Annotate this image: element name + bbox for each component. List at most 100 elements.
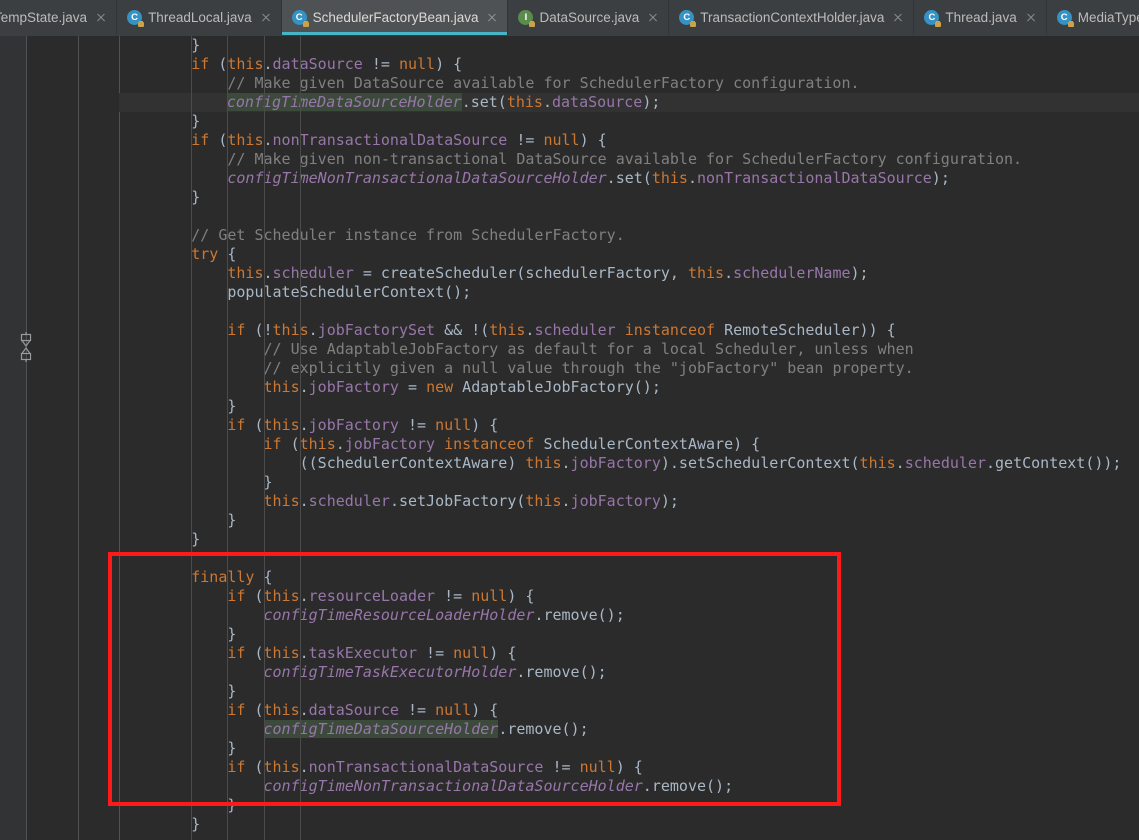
gutter-annotation-column[interactable] <box>0 36 26 840</box>
code-editor[interactable]: } if (this.dataSource != null) { // Make… <box>0 36 1139 840</box>
code-line[interactable] <box>119 207 1139 226</box>
editor-tab[interactable]: C ThreadLocal.java <box>117 0 282 35</box>
code-token: null <box>398 55 436 73</box>
code-token: ( <box>245 644 264 662</box>
java-class-icon: C <box>679 10 697 27</box>
code-line[interactable]: } <box>119 682 1139 701</box>
code-token: if <box>191 131 210 149</box>
code-line[interactable]: } <box>119 511 1139 530</box>
code-token: if <box>191 55 210 73</box>
code-line[interactable]: configTimeNonTransactionalDataSourceHold… <box>119 169 1139 188</box>
code-line[interactable]: } <box>119 796 1139 815</box>
code-token: ); <box>931 169 950 187</box>
code-line[interactable]: if (this.nonTransactionalDataSource != n… <box>119 131 1139 150</box>
collapse-fold-icon[interactable] <box>18 332 34 362</box>
code-line[interactable]: if (this.jobFactory instanceof Scheduler… <box>119 435 1139 454</box>
code-token: taskExecutor <box>308 644 418 662</box>
code-token: this <box>263 644 300 662</box>
code-token: nonTransactionalDataSource <box>272 131 508 149</box>
code-line[interactable]: // Use AdaptableJobFactory as default fo… <box>119 340 1139 359</box>
gutter-fold-column[interactable] <box>78 36 120 840</box>
code-line[interactable]: try { <box>119 245 1139 264</box>
code-token: this <box>227 264 264 282</box>
code-line[interactable]: this.scheduler.setJobFactory(this.jobFac… <box>119 492 1139 511</box>
code-line[interactable]: configTimeTaskExecutorHolder.remove(); <box>119 663 1139 682</box>
code-line[interactable]: // explicitly given a null value through… <box>119 359 1139 378</box>
code-token: jobFactory <box>344 435 436 453</box>
code-line[interactable]: if (this.resourceLoader != null) { <box>119 587 1139 606</box>
code-token: } <box>119 397 237 415</box>
code-line[interactable]: this.jobFactory = new AdaptableJobFactor… <box>119 378 1139 397</box>
code-token: } <box>119 682 237 700</box>
code-token: . <box>561 454 571 472</box>
editor-tab[interactable]: CMediaType.java <box>1046 0 1139 35</box>
code-token: configTimeNonTransactionalDataSourceHold… <box>263 777 643 795</box>
close-icon[interactable] <box>260 12 272 24</box>
code-line[interactable] <box>119 302 1139 321</box>
code-line[interactable]: } <box>119 112 1139 131</box>
code-token: ) { <box>615 758 643 776</box>
code-line[interactable]: } <box>119 188 1139 207</box>
code-token: . <box>263 131 273 149</box>
code-line[interactable]: } <box>119 530 1139 549</box>
code-line[interactable]: this.scheduler = createScheduler(schedul… <box>119 264 1139 283</box>
code-token: } <box>119 511 237 529</box>
code-token: this <box>506 93 543 111</box>
close-icon[interactable] <box>486 12 498 24</box>
code-line[interactable]: // Get Scheduler instance from Scheduler… <box>119 226 1139 245</box>
code-line[interactable]: ((SchedulerContextAware) this.jobFactory… <box>119 454 1139 473</box>
code-line[interactable]: finally { <box>119 568 1139 587</box>
code-token: .remove(); <box>642 777 734 795</box>
code-line[interactable]: configTimeNonTransactionalDataSourceHold… <box>119 777 1139 796</box>
code-line[interactable]: if (this.nonTransactionalDataSource != n… <box>119 758 1139 777</box>
code-token: } <box>119 112 201 130</box>
code-line[interactable]: configTimeDataSourceHolder.set(this.data… <box>119 93 1139 112</box>
code-line[interactable]: configTimeResourceLoaderHolder.remove(); <box>119 606 1139 625</box>
code-token: ); <box>850 264 869 282</box>
code-token: ) { <box>489 644 517 662</box>
java-class-icon: C <box>127 10 145 27</box>
code-line[interactable]: if (!this.jobFactorySet && !(this.schedu… <box>119 321 1139 340</box>
code-line[interactable]: if (this.taskExecutor != null) { <box>119 644 1139 663</box>
code-line[interactable]: if (this.jobFactory != null) { <box>119 416 1139 435</box>
code-token: this <box>263 416 300 434</box>
close-icon[interactable] <box>95 12 107 24</box>
code-line[interactable] <box>119 549 1139 568</box>
code-line[interactable]: } <box>119 36 1139 55</box>
editor-tab[interactable]: C TransactionContextHolder.java <box>669 0 915 35</box>
close-icon[interactable] <box>647 12 659 24</box>
code-line[interactable]: } <box>119 739 1139 758</box>
code-token: if <box>227 416 246 434</box>
code-token: . <box>561 492 571 510</box>
editor-tab[interactable]: TempState.java <box>0 0 118 35</box>
editor-tab-bar[interactable]: TempState.java C ThreadLocal.java C Schedule… <box>0 0 1139 37</box>
code-line[interactable]: } <box>119 397 1139 416</box>
code-token: != <box>543 758 580 776</box>
code-token: AdaptableJobFactory(); <box>453 378 661 396</box>
editor-tab[interactable]: C Thread.java <box>914 0 1047 35</box>
code-token: != <box>417 644 454 662</box>
code-token: this <box>489 321 526 339</box>
code-line[interactable]: configTimeDataSourceHolder.remove(); <box>119 720 1139 739</box>
close-icon[interactable] <box>1025 12 1037 24</box>
code-line[interactable]: } <box>119 473 1139 492</box>
code-token: .set( <box>461 93 507 111</box>
code-line[interactable]: // Make given DataSource available for S… <box>119 74 1139 93</box>
code-token: this <box>299 435 336 453</box>
editor-tab[interactable]: C SchedulerFactoryBean.java <box>281 0 509 35</box>
code-line[interactable]: } <box>119 625 1139 644</box>
code-token: && !( <box>435 321 490 339</box>
code-line[interactable]: } <box>119 815 1139 834</box>
code-line[interactable]: if (this.dataSource != null) { <box>119 55 1139 74</box>
editor-tab[interactable]: I DataSource.java <box>508 0 670 35</box>
code-content[interactable]: } if (this.dataSource != null) { // Make… <box>119 36 1139 840</box>
code-line[interactable]: // Make given non-transactional DataSour… <box>119 150 1139 169</box>
code-token: jobFactory <box>570 492 661 510</box>
code-token: = createScheduler(schedulerFactory, <box>353 264 688 282</box>
close-icon[interactable] <box>892 12 904 24</box>
code-token: this <box>859 454 896 472</box>
code-line[interactable]: populateSchedulerContext(); <box>119 283 1139 302</box>
code-line[interactable]: if (this.dataSource != null) { <box>119 701 1139 720</box>
